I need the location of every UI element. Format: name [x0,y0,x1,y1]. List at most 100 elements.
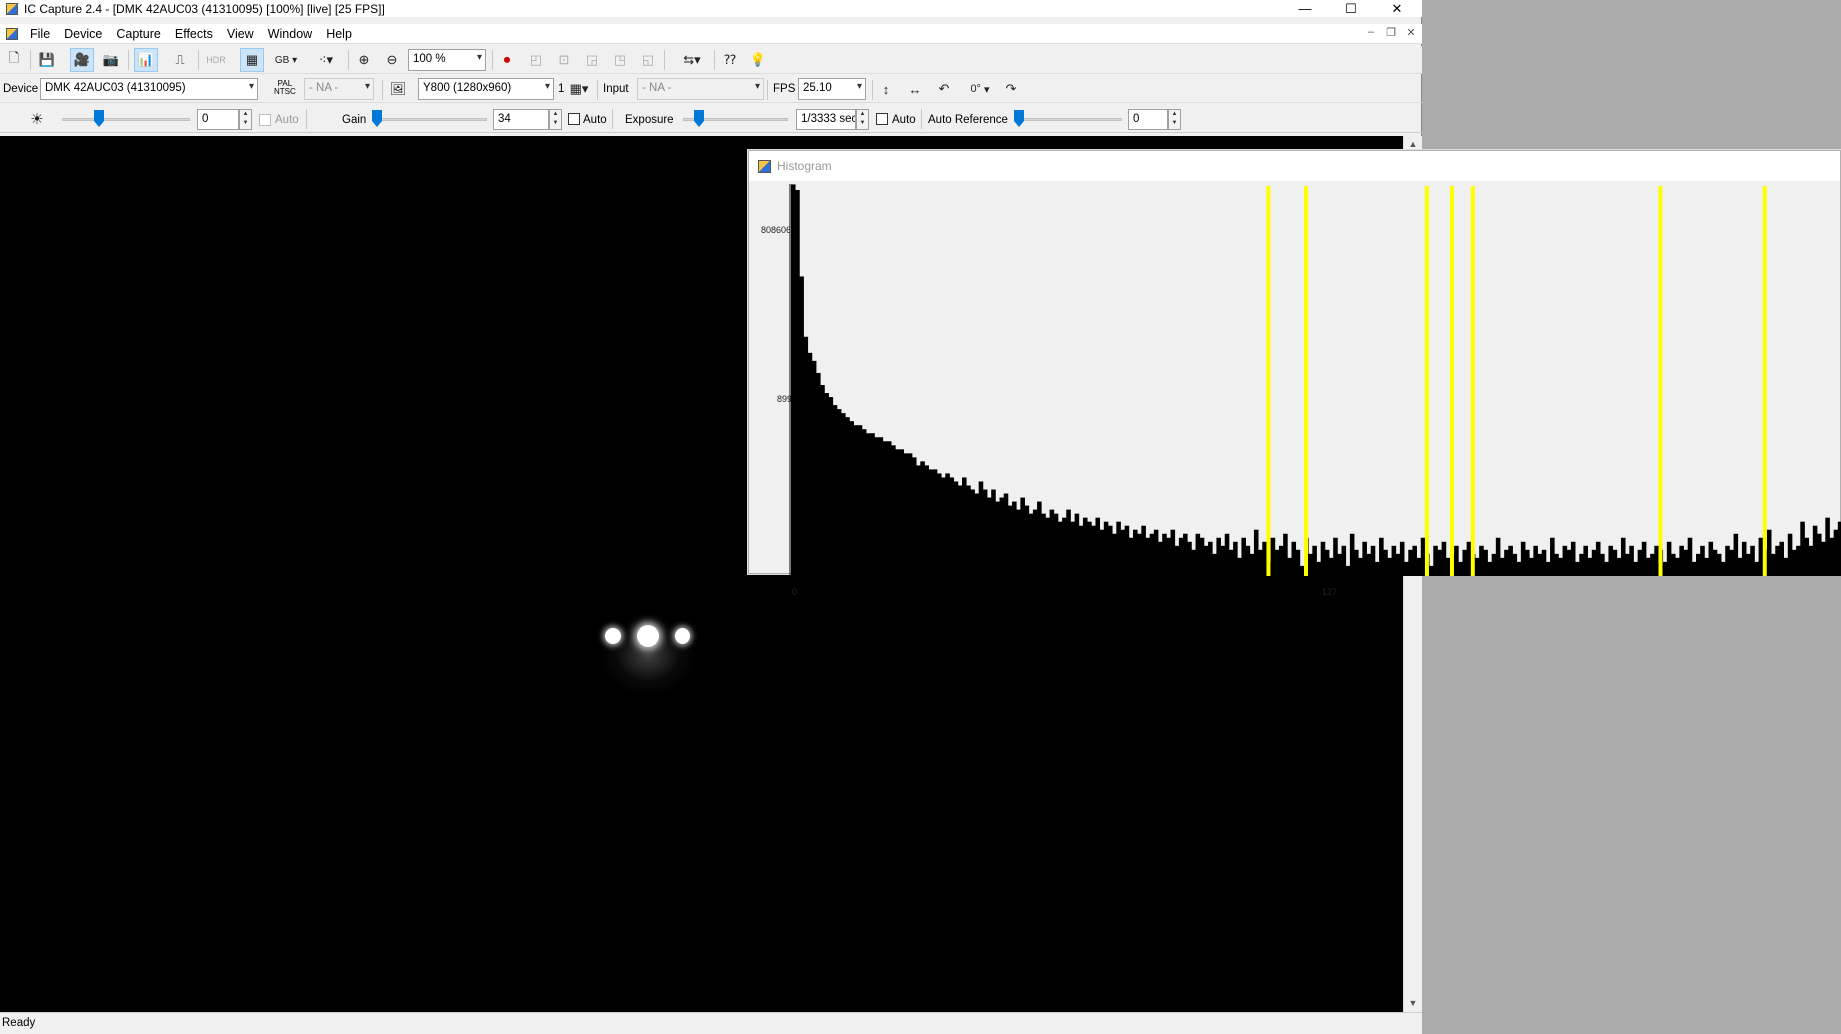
device-select-dropdown[interactable]: ⇆▾ [674,48,710,72]
rotate-right-icon[interactable]: ↷ [999,77,1023,101]
zoom-in-icon[interactable]: ⊕ [352,48,376,72]
roi-move-icon[interactable]: ◲ [580,48,604,72]
histogram-bar [962,477,967,576]
menu-file[interactable]: File [24,27,58,41]
gain-spin-buttons[interactable]: ▲ ▼ [549,109,562,130]
gain-value-field[interactable]: 34 [493,109,549,130]
brightness-slider[interactable] [62,110,190,128]
menu-help[interactable]: Help [320,27,360,41]
histogram-bar [1308,553,1313,576]
gain-slider[interactable] [372,110,487,128]
roi-fit-icon[interactable]: ⊡ [552,48,576,72]
toolbar-separator [198,50,199,70]
histogram-bar [1253,529,1259,576]
hdr-icon[interactable]: HDR [204,48,228,72]
context-help-icon[interactable]: ⁇ [718,48,742,72]
zoom-out-icon[interactable]: ⊖ [380,48,404,72]
auto-reference-slider[interactable] [1014,110,1122,128]
menu-capture[interactable]: Capture [110,27,168,41]
minimize-button[interactable]: — [1282,0,1328,17]
exposure-slider[interactable] [683,110,788,128]
gain-auto-checkbox[interactable] [568,113,580,125]
brightness-value-field[interactable]: 0 [197,109,239,130]
diffraction-spot-center [637,625,659,647]
slider-thumb[interactable] [372,110,382,127]
record-icon[interactable]: ⏺ [495,48,519,72]
histogram-bar [1312,545,1317,576]
exposure-value-field[interactable]: 1/3333 sec [796,109,856,130]
toolbar-separator [714,50,715,70]
histogram-bar [991,489,996,576]
histogram-bar [1007,505,1013,576]
toolbar-separator [664,50,665,70]
live-video-icon[interactable]: 🎥 [70,48,94,72]
histogram-bar [1082,517,1088,576]
histogram-bar [1812,525,1818,576]
histogram-bar [1137,533,1142,576]
video-format-combo[interactable]: Y800 (1280x960) ▾ [418,78,554,100]
roi-reset-icon[interactable]: ◳ [608,48,632,72]
flip-vertical-icon[interactable]: ↕ [874,77,898,101]
menu-view[interactable]: View [221,27,262,41]
histogram-bar [1145,537,1151,576]
binning-grid-dropdown[interactable]: ▦▾ [564,77,594,101]
trigger-icon[interactable]: ⎍ [168,48,192,72]
histogram-bar [836,409,842,576]
auto-reference-value-field[interactable]: 0 [1128,109,1168,130]
exposure-auto-checkbox[interactable] [876,113,888,125]
slider-track [372,118,487,121]
menu-device[interactable]: Device [58,27,110,41]
mdi-restore-button[interactable]: ❐ [1382,26,1400,39]
histogram-bar [1666,541,1672,576]
menu-window[interactable]: Window [262,27,320,41]
histogram-bar [1796,545,1801,576]
menu-effects[interactable]: Effects [169,27,221,41]
slider-thumb[interactable] [94,110,104,127]
snapshot-icon[interactable]: 📷 [99,48,123,72]
save-icon[interactable]: 💾 [35,48,59,72]
histogram-saturation-marker [1470,186,1475,576]
slider-thumb[interactable] [694,110,704,127]
zoom-combo[interactable]: 100 % ▾ [408,49,486,71]
roi-clear-icon[interactable]: ◱ [636,48,660,72]
scroll-down-icon[interactable]: ▼ [1404,995,1422,1012]
mdi-minimize-button[interactable]: – [1362,26,1380,38]
device-combo[interactable]: DMK 42AUC03 (41310095) ▾ [40,78,258,100]
histogram-bar [1283,533,1288,576]
auto-reference-spin-buttons[interactable]: ▲ ▼ [1168,109,1181,130]
window-title: IC Capture 2.4 - [DMK 42AUC03 (41310095)… [24,1,385,16]
mdi-close-button[interactable]: ✕ [1402,26,1420,39]
color-format-dropdown[interactable]: GB ▾ [270,48,302,72]
input-combo[interactable]: - NA - ▾ [637,78,764,100]
color-enhance-icon[interactable]: ▦ [240,48,264,72]
close-button[interactable]: ✕ [1374,0,1420,17]
roi-icon[interactable]: ◰ [524,48,548,72]
video-norm-combo[interactable]: - NA - ▾ [304,78,374,100]
maximize-button[interactable]: ☐ [1328,0,1374,17]
histogram-bar [1700,545,1705,576]
histogram-bar [1545,561,1551,576]
rotate-left-icon[interactable]: ↶ [932,77,956,101]
histogram-bar [1224,533,1230,576]
exposure-spin-buttons[interactable]: ▲ ▼ [856,109,869,130]
histogram-bar [891,445,896,576]
fps-combo[interactable]: 25.10 ▾ [798,78,866,100]
histogram-bar [1721,561,1726,576]
histogram-title-bar[interactable]: Histogram [749,151,1840,181]
brightness-auto-checkbox[interactable] [259,114,271,126]
exposure-value: 1/3333 sec [801,113,856,125]
document-icon[interactable] [6,27,18,40]
histogram-bar [936,473,942,576]
rotation-dropdown[interactable]: 0° ▾ [962,77,998,101]
overlay-dropdown[interactable]: ⁖▾ [310,48,342,72]
new-file-icon[interactable]: 🗋 [2,48,26,72]
histogram-icon[interactable]: 📊 [134,48,158,72]
histogram-window[interactable]: Histogram 808606 899 0 127 [748,150,1841,597]
help-bulb-icon[interactable]: 💡 [746,48,770,72]
histogram-bar [1037,501,1042,576]
brightness-spin-buttons[interactable]: ▲ ▼ [239,109,252,130]
chevron-down-icon: ▾ [544,81,550,92]
histogram-bar [1495,537,1501,576]
slider-thumb[interactable] [1014,110,1024,127]
flip-horizontal-icon[interactable]: ↔ [903,77,927,101]
